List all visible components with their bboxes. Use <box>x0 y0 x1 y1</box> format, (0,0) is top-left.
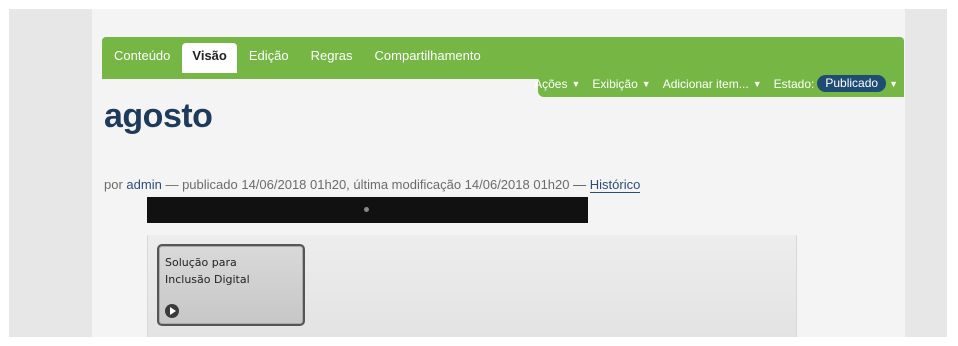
state-menu[interactable]: Estado: Publicado ▼ <box>774 75 898 92</box>
card-line-1: Solução para <box>165 256 237 269</box>
byline-prefix: por <box>104 177 123 192</box>
content-panel: Solução para Inclusão Digital <box>147 235 797 337</box>
tab-compartilhamento[interactable]: Compartilhamento <box>365 43 491 73</box>
tab-visao[interactable]: Visão <box>182 43 237 73</box>
state-badge[interactable]: Publicado <box>817 75 887 92</box>
tab-edicao[interactable]: Edição <box>239 43 299 73</box>
add-item-menu-label: Adicionar item... <box>662 76 749 91</box>
card-text: Solução para Inclusão Digital <box>165 254 250 288</box>
caret-down-icon[interactable]: ▼ <box>889 79 898 89</box>
history-link[interactable]: Histórico <box>589 177 641 193</box>
card-line-2: Inclusão Digital <box>165 273 250 286</box>
display-menu[interactable]: Exibição ▼ <box>592 77 650 91</box>
caret-down-icon: ▼ <box>752 78 762 89</box>
byline-separator: — <box>573 177 587 192</box>
content-card[interactable]: Solução para Inclusão Digital <box>157 244 305 326</box>
content-menu-bar: Ações ▼ Exibição ▼ Adicionar item... ▼ E… <box>534 71 904 97</box>
author-link[interactable]: admin <box>126 177 161 192</box>
document-byline: por admin — publicado 14/06/2018 01h20, … <box>104 177 641 193</box>
display-menu-label: Exibição <box>592 76 638 91</box>
page: Conteúdo Visão Edição Regras Compartilha… <box>92 9 905 337</box>
state-label: Estado: <box>773 76 815 91</box>
page-title: agosto <box>104 97 213 135</box>
media-bar <box>147 197 588 223</box>
caret-down-icon: ▼ <box>641 78 651 89</box>
media-bar-dot <box>364 207 369 212</box>
screenshot-frame: Conteúdo Visão Edição Regras Compartilha… <box>9 9 947 337</box>
add-item-menu[interactable]: Adicionar item... ▼ <box>663 77 762 91</box>
actions-menu-label: Ações <box>534 76 568 91</box>
tab-regras[interactable]: Regras <box>301 43 363 73</box>
content-menu: Ações ▼ Exibição ▼ Adicionar item... ▼ E… <box>534 75 898 92</box>
actions-menu[interactable]: Ações ▼ <box>534 77 580 91</box>
byline-dates: — publicado 14/06/2018 01h20, última mod… <box>165 177 570 192</box>
tab-conteudo[interactable]: Conteúdo <box>104 43 180 73</box>
toolbar-tabs: Conteúdo Visão Edição Regras Compartilha… <box>104 43 491 73</box>
caret-down-icon: ▼ <box>571 78 581 89</box>
play-circle-icon[interactable] <box>165 304 179 318</box>
